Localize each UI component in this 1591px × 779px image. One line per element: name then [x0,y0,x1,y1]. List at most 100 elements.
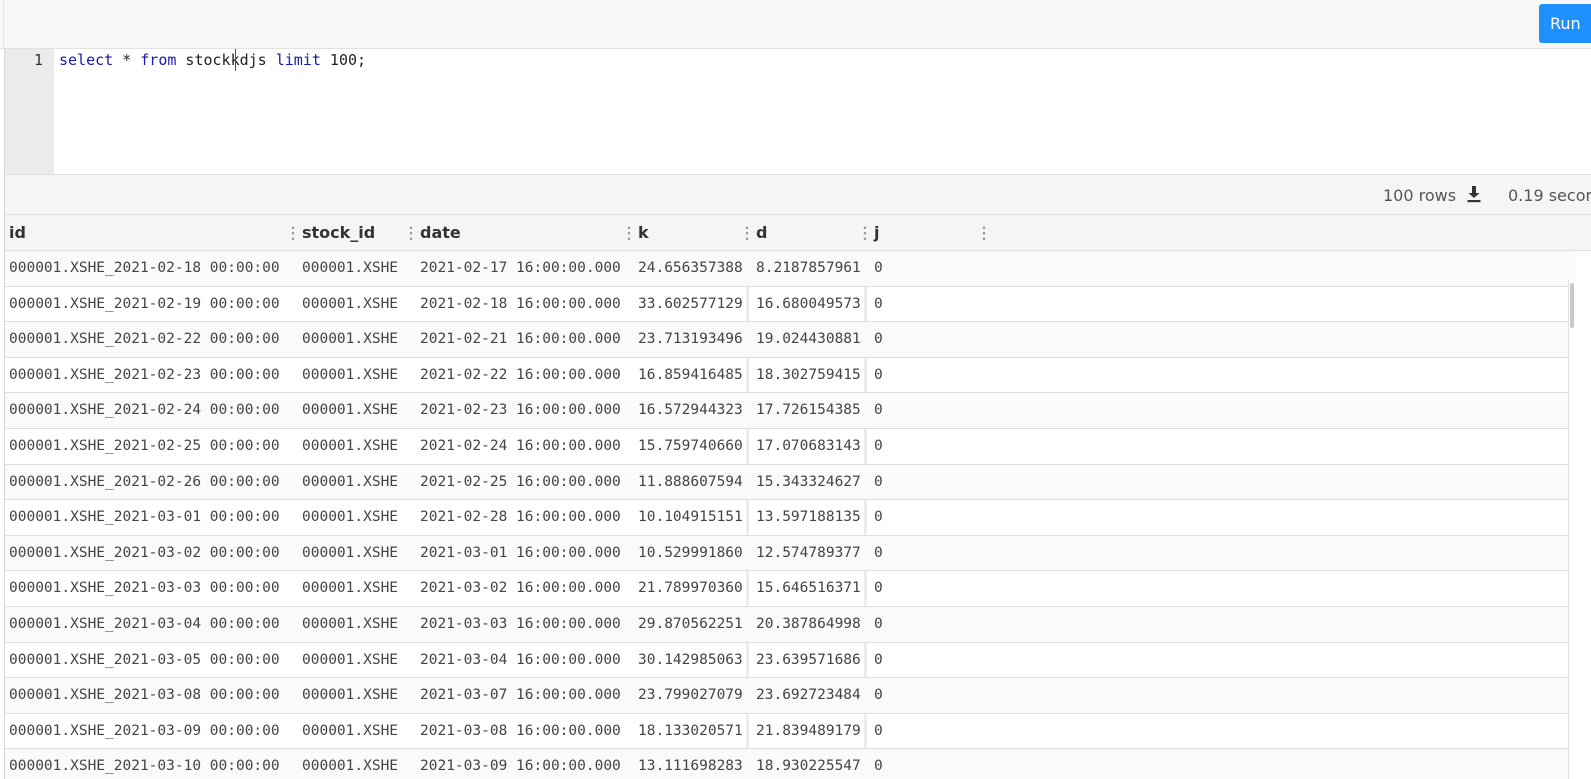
cell-k[interactable]: 21.789970360 [634,571,747,606]
vertical-scrollbar[interactable] [1568,280,1575,779]
cell-k[interactable]: 16.859416485 [634,358,747,393]
column-header-j[interactable]: j [870,215,980,251]
column-resize-handle[interactable] [409,225,413,241]
cell-id[interactable]: 000001.XSHE_2021-02-25 00:00:00 [5,429,293,464]
cell-d[interactable]: 23.639571686 [752,643,865,678]
cell-date[interactable]: 2021-03-08 16:00:00.000 [416,714,630,749]
column-resize-handle[interactable] [863,225,867,241]
table-row[interactable]: 000001.XSHE_2021-03-09 00:00:00 000001.XS… [5,714,1575,750]
cell-stock-id[interactable]: 000001.XSHE [298,536,411,571]
cell-id[interactable]: 000001.XSHE_2021-03-05 00:00:00 [5,643,293,678]
table-row[interactable]: 000001.XSHE_2021-02-24 00:00:00 000001.XS… [5,393,1575,429]
cell-date[interactable]: 2021-03-09 16:00:00.000 [416,749,630,779]
cell-j[interactable]: 0 [870,749,980,779]
cell-stock-id[interactable]: 000001.XSHE [298,749,411,779]
cell-stock-id[interactable]: 000001.XSHE [298,571,411,606]
cell-k[interactable]: 15.759740660 [634,429,747,464]
cell-k[interactable]: 23.713193496 [634,322,747,357]
table-row[interactable]: 000001.XSHE_2021-03-10 00:00:00 000001.XS… [5,749,1575,779]
table-row[interactable]: 000001.XSHE_2021-02-19 00:00:00 000001.XS… [5,287,1575,323]
table-row[interactable]: 000001.XSHE_2021-03-03 00:00:00 000001.XS… [5,571,1575,607]
column-header-id[interactable]: id [5,215,293,251]
column-header-stock-id[interactable]: stock_id [298,215,411,251]
cell-k[interactable]: 24.656357388 [634,251,747,286]
cell-stock-id[interactable]: 000001.XSHE [298,465,411,500]
cell-d[interactable]: 15.646516371 [752,571,865,606]
cell-date[interactable]: 2021-02-28 16:00:00.000 [416,500,630,535]
cell-d[interactable]: 21.839489179 [752,714,865,749]
cell-stock-id[interactable]: 000001.XSHE [298,714,411,749]
cell-date[interactable]: 2021-02-22 16:00:00.000 [416,358,630,393]
cell-k[interactable]: 11.888607594 [634,465,747,500]
code-line[interactable]: select * from stockkdjs limit 100; [59,51,366,69]
column-resize-handle[interactable] [982,225,986,241]
cell-j[interactable]: 0 [870,358,980,393]
cell-id[interactable]: 000001.XSHE_2021-02-19 00:00:00 [5,287,293,322]
cell-id[interactable]: 000001.XSHE_2021-02-26 00:00:00 [5,465,293,500]
cell-d[interactable]: 17.070683143 [752,429,865,464]
cell-stock-id[interactable]: 000001.XSHE [298,393,411,428]
cell-k[interactable]: 10.529991860 [634,536,747,571]
cell-k[interactable]: 13.111698283 [634,749,747,779]
table-row[interactable]: 000001.XSHE_2021-02-18 00:00:00 000001.XS… [5,251,1575,287]
cell-j[interactable]: 0 [870,571,980,606]
cell-id[interactable]: 000001.XSHE_2021-03-02 00:00:00 [5,536,293,571]
cell-date[interactable]: 2021-02-25 16:00:00.000 [416,465,630,500]
cell-id[interactable]: 000001.XSHE_2021-03-08 00:00:00 [5,678,293,713]
cell-j[interactable]: 0 [870,714,980,749]
cell-k[interactable]: 10.104915151 [634,500,747,535]
cell-j[interactable]: 0 [870,465,980,500]
cell-d[interactable]: 20.387864998 [752,607,865,642]
cell-stock-id[interactable]: 000001.XSHE [298,500,411,535]
cell-d[interactable]: 13.597188135 [752,500,865,535]
cell-stock-id[interactable]: 000001.XSHE [298,358,411,393]
cell-stock-id[interactable]: 000001.XSHE [298,607,411,642]
cell-k[interactable]: 29.870562251 [634,607,747,642]
cell-j[interactable]: 0 [870,607,980,642]
cell-j[interactable]: 0 [870,429,980,464]
table-row[interactable]: 000001.XSHE_2021-02-26 00:00:00 000001.XS… [5,464,1575,501]
cell-date[interactable]: 2021-03-01 16:00:00.000 [416,536,630,571]
cell-j[interactable]: 0 [870,536,980,571]
cell-j[interactable]: 0 [870,251,980,286]
column-header-d[interactable]: d [752,215,865,251]
cell-j[interactable]: 0 [870,393,980,428]
cell-j[interactable]: 0 [870,322,980,357]
cell-date[interactable]: 2021-02-17 16:00:00.000 [416,251,630,286]
download-icon[interactable] [1466,185,1482,203]
cell-id[interactable]: 000001.XSHE_2021-02-22 00:00:00 [5,322,293,357]
table-row[interactable]: 000001.XSHE_2021-03-01 00:00:00 000001.XS… [5,500,1575,536]
cell-id[interactable]: 000001.XSHE_2021-02-18 00:00:00 [5,251,293,286]
cell-date[interactable]: 2021-03-02 16:00:00.000 [416,571,630,606]
cell-d[interactable]: 19.024430881 [752,322,865,357]
cell-id[interactable]: 000001.XSHE_2021-03-01 00:00:00 [5,500,293,535]
cell-k[interactable]: 30.142985063 [634,643,747,678]
table-row[interactable]: 000001.XSHE_2021-03-08 00:00:00 000001.XS… [5,678,1575,714]
cell-stock-id[interactable]: 000001.XSHE [298,678,411,713]
cell-date[interactable]: 2021-02-21 16:00:00.000 [416,322,630,357]
cell-k[interactable]: 23.799027079 [634,678,747,713]
cell-j[interactable]: 0 [870,643,980,678]
cell-date[interactable]: 2021-03-07 16:00:00.000 [416,678,630,713]
cell-j[interactable]: 0 [870,678,980,713]
cell-d[interactable]: 18.302759415 [752,358,865,393]
cell-k[interactable]: 16.572944323 [634,393,747,428]
cell-stock-id[interactable]: 000001.XSHE [298,287,411,322]
table-row[interactable]: 000001.XSHE_2021-03-04 00:00:00 000001.XS… [5,606,1575,643]
cell-id[interactable]: 000001.XSHE_2021-03-10 00:00:00 [5,749,293,779]
cell-d[interactable]: 8.2187857961 [752,251,865,286]
cell-j[interactable]: 0 [870,287,980,322]
cell-date[interactable]: 2021-02-18 16:00:00.000 [416,287,630,322]
cell-d[interactable]: 15.343324627 [752,465,865,500]
cell-stock-id[interactable]: 000001.XSHE [298,429,411,464]
sql-editor[interactable]: 1 select * from stockkdjs limit 100; [4,49,1591,175]
cell-id[interactable]: 000001.XSHE_2021-02-24 00:00:00 [5,393,293,428]
column-resize-handle[interactable] [627,225,631,241]
table-row[interactable]: 000001.XSHE_2021-02-25 00:00:00 000001.XS… [5,429,1575,465]
table-row[interactable]: 000001.XSHE_2021-02-23 00:00:00 000001.XS… [5,358,1575,394]
cell-k[interactable]: 33.602577129 [634,287,747,322]
table-row[interactable]: 000001.XSHE_2021-03-02 00:00:00 000001.XS… [5,535,1575,572]
table-row[interactable]: 000001.XSHE_2021-02-22 00:00:00 000001.XS… [5,322,1575,358]
cell-k[interactable]: 18.133020571 [634,714,747,749]
run-button[interactable]: Run [1539,4,1591,43]
